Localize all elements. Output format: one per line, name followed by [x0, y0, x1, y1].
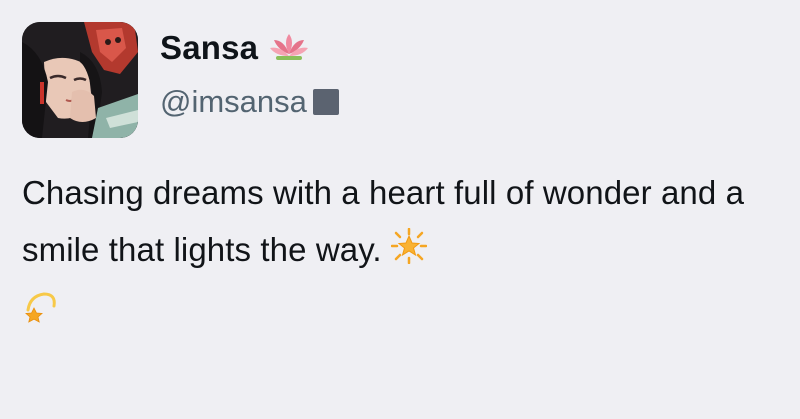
glowing-star-icon: [390, 224, 428, 281]
handle[interactable]: @imsansa: [160, 86, 307, 117]
handle-row: @imsansa: [160, 86, 339, 117]
bio-text: Chasing dreams with a heart full of wond…: [22, 174, 745, 268]
bio: Chasing dreams with a heart full of wond…: [22, 164, 782, 341]
display-name[interactable]: Sansa: [160, 31, 258, 64]
dizzy-star-icon: [22, 284, 58, 341]
lotus-icon: [268, 30, 310, 64]
name-row: Sansa: [160, 30, 310, 64]
avatar-image: [22, 22, 138, 138]
avatar[interactable]: [22, 22, 138, 138]
square-icon: [312, 88, 339, 115]
profile-card: Sansa @imsansa Chasing dreams with a hea…: [0, 0, 800, 419]
